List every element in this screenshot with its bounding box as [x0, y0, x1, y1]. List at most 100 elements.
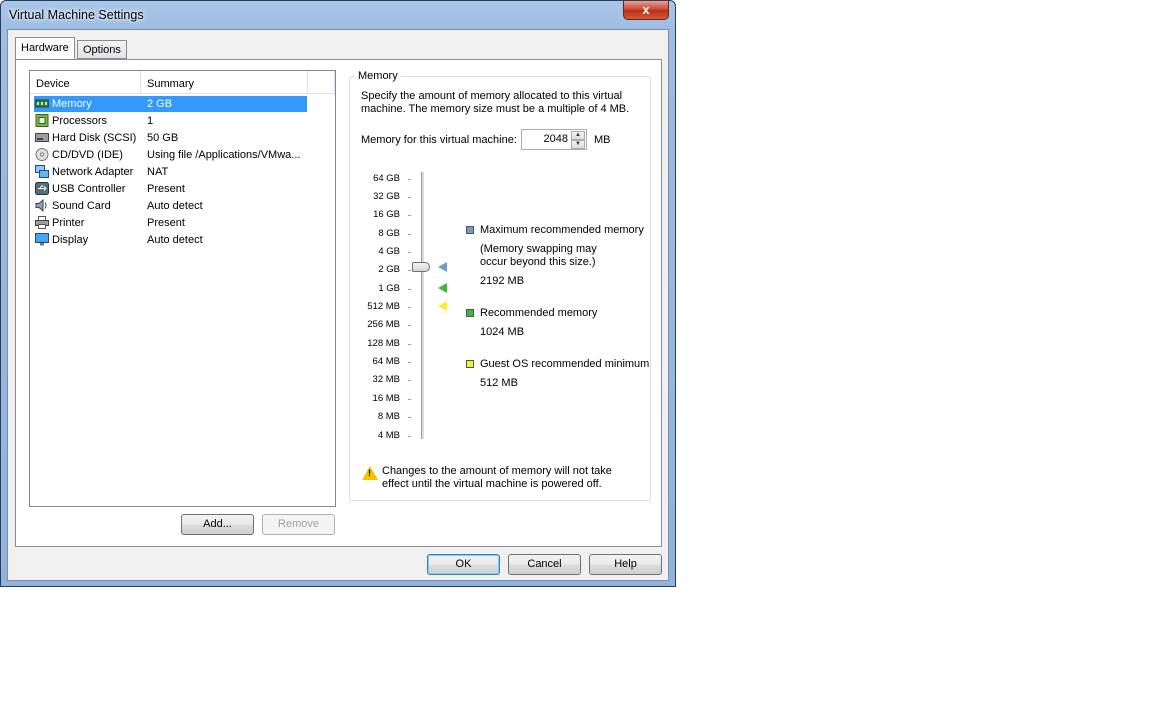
scale-tick — [408, 215, 411, 216]
scale-tick — [408, 399, 411, 400]
scale-label: 64 MB — [372, 356, 400, 367]
tab-hardware[interactable]: Hardware — [15, 37, 75, 59]
printer-icon — [35, 216, 49, 229]
scale-tick — [408, 380, 411, 381]
device-row-display[interactable]: Display Auto detect — [34, 232, 307, 248]
spin-down-arrow-icon[interactable]: ▼ — [571, 140, 585, 149]
scale-label: 64 GB — [373, 173, 400, 184]
device-summary: 50 GB — [147, 132, 179, 144]
memory-group-title: Memory — [355, 70, 401, 82]
scale-label: 512 MB — [367, 301, 400, 312]
processor-icon — [35, 114, 49, 127]
device-name: Processors — [52, 115, 108, 127]
spin-up-arrow-icon[interactable]: ▲ — [571, 131, 585, 140]
device-row-printer[interactable]: Printer Present — [34, 215, 307, 231]
device-summary: 1 — [147, 115, 154, 127]
scale-label: 4 MB — [377, 430, 400, 441]
device-name: USB Controller — [52, 183, 126, 195]
device-row-cd-dvd[interactable]: CD/DVD (IDE) Using file /Applications/VM… — [34, 147, 307, 163]
device-summary: Auto detect — [147, 234, 203, 246]
scale-label: 32 GB — [373, 191, 400, 202]
scale-label: 2 GB — [378, 264, 400, 275]
memory-spinbox[interactable]: 2048 ▲ ▼ — [521, 129, 587, 150]
scale-tick — [408, 307, 411, 308]
scale-tick — [408, 362, 411, 363]
recommended-legend-icon — [466, 309, 474, 317]
device-row-hard-disk[interactable]: Hard Disk (SCSI) 50 GB — [34, 130, 307, 146]
memory-field-label: Memory for this virtual machine: — [361, 134, 517, 146]
dialog-client-area: Hardware Options Device Summary Memory 2… — [7, 29, 669, 581]
memory-unit-label: MB — [594, 134, 611, 146]
close-button[interactable]: x — [623, 1, 669, 20]
scale-label: 256 MB — [367, 319, 400, 330]
memory-warning-text: Changes to the amount of memory will not… — [382, 465, 612, 490]
device-name: Printer — [52, 217, 85, 229]
max-recommended-legend-icon — [466, 226, 474, 234]
memory-slider-track[interactable] — [421, 172, 424, 439]
memory-icon — [35, 99, 49, 108]
recommended-title: Recommended memory — [480, 307, 598, 319]
warning-icon: ! — [362, 466, 378, 480]
device-name: Sound Card — [52, 200, 111, 212]
sound-card-icon — [35, 199, 47, 212]
column-header-device[interactable]: Device — [30, 71, 141, 94]
max-recommended-value: 2192 MB — [480, 275, 525, 287]
cancel-button[interactable]: Cancel — [508, 554, 581, 575]
column-header-summary[interactable]: Summary — [141, 71, 308, 94]
device-summary: 2 GB — [147, 98, 173, 110]
scale-label: 1 GB — [378, 283, 400, 294]
scale-tick — [408, 325, 411, 326]
scale-tick — [408, 436, 411, 437]
ok-button[interactable]: OK — [427, 554, 500, 575]
settings-window: Virtual Machine Settings x Hardware Opti… — [0, 0, 676, 587]
scale-label: 16 MB — [372, 393, 400, 404]
network-adapter-icon — [35, 165, 49, 178]
window-title: Virtual Machine Settings — [9, 8, 144, 22]
display-icon — [35, 233, 49, 246]
guest-min-value: 512 MB — [480, 377, 518, 389]
max-recommended-title: Maximum recommended memory — [480, 224, 644, 236]
scale-tick — [408, 270, 411, 271]
memory-description: Specify the amount of memory allocated t… — [361, 90, 630, 115]
memory-value[interactable]: 2048 — [544, 133, 568, 145]
memory-group: Memory Specify the amount of memory allo… — [349, 70, 651, 501]
device-row-processors[interactable]: Processors 1 — [34, 113, 307, 129]
device-row-memory[interactable]: Memory 2 GB — [34, 96, 307, 112]
remove-device-button[interactable]: Remove — [262, 514, 335, 535]
memory-slider-thumb[interactable] — [412, 262, 430, 272]
scale-tick — [408, 289, 411, 290]
tab-options[interactable]: Options — [77, 40, 127, 59]
recommended-value: 1024 MB — [480, 326, 525, 338]
device-list[interactable]: Device Summary Memory 2 GB Processors 1 … — [29, 70, 336, 507]
hard-disk-icon — [35, 133, 49, 142]
guest-min-marker-icon — [438, 301, 447, 311]
scale-tick — [408, 179, 411, 180]
scale-label: 16 GB — [373, 209, 400, 220]
scale-label: 8 MB — [377, 411, 400, 422]
device-summary: Present — [147, 183, 185, 195]
device-name: Display — [52, 234, 89, 246]
device-name: Memory — [52, 98, 92, 110]
scale-tick — [408, 234, 411, 235]
scale-label: 32 MB — [372, 374, 400, 385]
help-button[interactable]: Help — [589, 554, 662, 575]
scale-label: 128 MB — [367, 338, 400, 349]
scale-tick — [408, 252, 411, 253]
hardware-tab-page: Device Summary Memory 2 GB Processors 1 … — [15, 59, 662, 547]
device-summary: Auto detect — [147, 200, 203, 212]
max-recommended-note: (Memory swapping may occur beyond this s… — [480, 243, 597, 268]
scale-label: 4 GB — [378, 246, 400, 257]
device-name: Hard Disk (SCSI) — [52, 132, 137, 144]
device-name: Network Adapter — [52, 166, 134, 178]
device-summary: NAT — [147, 166, 169, 178]
device-row-network-adapter[interactable]: Network Adapter NAT — [34, 164, 307, 180]
device-row-sound-card[interactable]: Sound Card Auto detect — [34, 198, 307, 214]
device-row-usb-controller[interactable]: USB Controller Present — [34, 181, 307, 197]
cd-dvd-icon — [35, 148, 49, 161]
guest-min-legend-icon — [466, 360, 474, 368]
usb-icon — [35, 182, 49, 195]
device-name: CD/DVD (IDE) — [52, 149, 123, 161]
scale-label: 8 GB — [378, 228, 400, 239]
device-summary: Using file /Applications/VMwa... — [147, 149, 301, 161]
add-device-button[interactable]: Add... — [181, 514, 254, 535]
